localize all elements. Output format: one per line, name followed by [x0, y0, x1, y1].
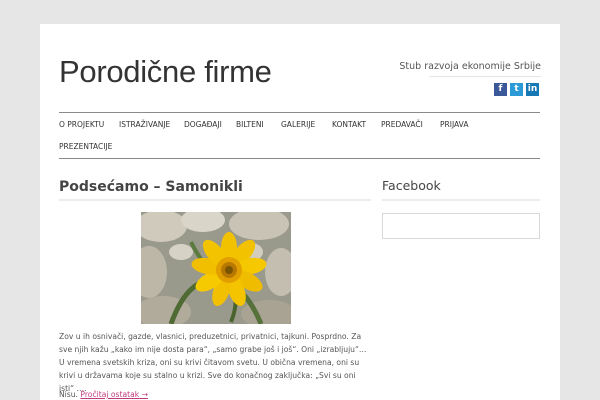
nav-item-kontakt[interactable]: Kontakt — [332, 120, 366, 129]
widget-title-divider — [382, 199, 540, 201]
site-title[interactable]: Porodične firme — [59, 56, 272, 87]
page-container: Porodične firme Stub razvoja ekonomije S… — [40, 24, 560, 400]
post-excerpt: Zov u ih osnivači, gazde, vlasnici, pred… — [59, 332, 367, 393]
post-title-divider — [59, 199, 371, 201]
facebook-widget-box[interactable] — [382, 213, 540, 239]
flower-photo — [141, 212, 291, 324]
post-featured-image[interactable] — [141, 212, 291, 324]
linkedin-icon[interactable]: in — [526, 83, 539, 96]
nav-item-bilteni[interactable]: Bilteni — [236, 120, 264, 129]
facebook-widget-title: Facebook — [382, 178, 441, 193]
post-more-prefix: Nisu. — [59, 390, 78, 399]
nav-item-prezentacije[interactable]: Prezentacije — [59, 142, 112, 151]
main-navigation: O projektu Istraživanje Događaji Bilteni… — [59, 112, 540, 159]
nav-item-o-projektu[interactable]: O projektu — [59, 120, 104, 129]
tagline-divider — [429, 76, 541, 77]
post-read-more: Nisu. Pročitaj ostatak → — [59, 390, 148, 399]
facebook-icon[interactable]: f — [494, 83, 507, 96]
nav-item-predavaci[interactable]: Predavači — [381, 120, 423, 129]
nav-item-galerije[interactable]: Galerije — [281, 120, 315, 129]
nav-item-dogadjaji[interactable]: Događaji — [184, 120, 222, 129]
nav-item-istrazivanje[interactable]: Istraživanje — [119, 120, 170, 129]
site-tagline: Stub razvoja ekonomije Srbije — [399, 61, 541, 72]
nav-item-prijava[interactable]: Prijava — [440, 120, 468, 129]
read-more-link[interactable]: Pročitaj ostatak → — [80, 390, 148, 399]
twitter-icon[interactable]: t — [510, 83, 523, 96]
social-links: f t in — [494, 83, 539, 96]
post-title[interactable]: Podsećamo – Samonikli — [59, 179, 243, 195]
